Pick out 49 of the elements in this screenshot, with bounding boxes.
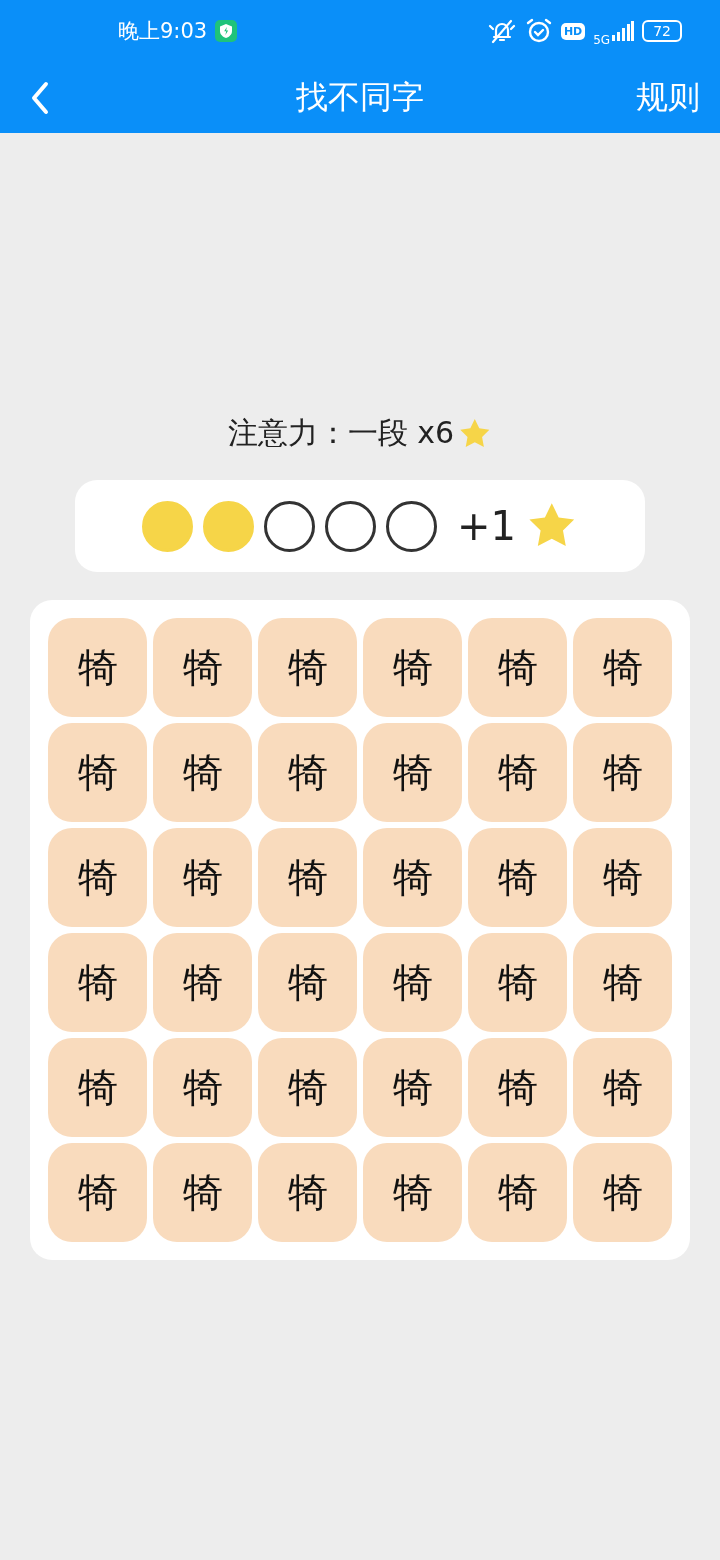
character-tile[interactable]: 犄 [363,828,462,927]
clock-time: 晚上9:03 [118,18,208,45]
character-tile[interactable]: 犄 [363,933,462,1032]
character-tile[interactable]: 犄 [468,1143,567,1242]
network-label: 5G [593,33,611,47]
character-tile[interactable]: 犄 [258,1143,357,1242]
character-tile[interactable]: 犄 [468,618,567,717]
character-tile[interactable]: 犄 [573,828,672,927]
character-tile[interactable]: 犄 [363,1038,462,1137]
signal-icon [612,21,635,41]
character-tile[interactable]: 犄 [48,1038,147,1137]
level-label: 注意力：一段 x6 [227,414,455,452]
character-tile[interactable]: 犄 [258,723,357,822]
character-tile[interactable]: 犄 [48,723,147,822]
character-tile[interactable]: 犄 [153,1143,252,1242]
hd-badge: HD [560,22,586,40]
character-tile[interactable]: 犄 [48,933,147,1032]
page-title: 找不同字 [296,76,424,118]
battery-indicator: 72 [642,20,682,42]
character-tile[interactable]: 犄 [153,618,252,717]
character-tile[interactable]: 犄 [258,828,357,927]
character-tile[interactable]: 犄 [573,933,672,1032]
character-tile[interactable]: 犄 [573,1143,672,1242]
character-tile[interactable]: 犄 [468,723,567,822]
reward-label: +1 [457,503,516,549]
character-tile[interactable]: 犄 [48,1143,147,1242]
character-tile[interactable]: 犄 [258,933,357,1032]
character-tile[interactable]: 犄 [153,933,252,1032]
character-tile[interactable]: 犄 [573,618,672,717]
character-tile[interactable]: 犄 [153,828,252,927]
character-tile[interactable]: 犄 [48,618,147,717]
character-tile[interactable]: 犄 [153,1038,252,1137]
shield-icon [215,20,238,42]
character-tile[interactable]: 犄 [363,1143,462,1242]
character-tile[interactable]: 犄 [468,933,567,1032]
character-tile[interactable]: 犄 [258,618,357,717]
character-tile[interactable]: 犄 [48,828,147,927]
character-tile[interactable]: 犄 [573,1038,672,1137]
alarm-icon [524,17,553,45]
muted-bell-icon [486,17,517,45]
back-icon [30,80,50,115]
character-tile[interactable]: 犄 [468,1038,567,1137]
character-tile[interactable]: 犄 [468,828,567,927]
character-tile[interactable]: 犄 [573,723,672,822]
character-tile[interactable]: 犄 [153,723,252,822]
character-tile[interactable]: 犄 [363,723,462,822]
back-button[interactable] [30,80,50,115]
character-tile[interactable]: 犄 [258,1038,357,1137]
character-tile[interactable]: 犄 [363,618,462,717]
